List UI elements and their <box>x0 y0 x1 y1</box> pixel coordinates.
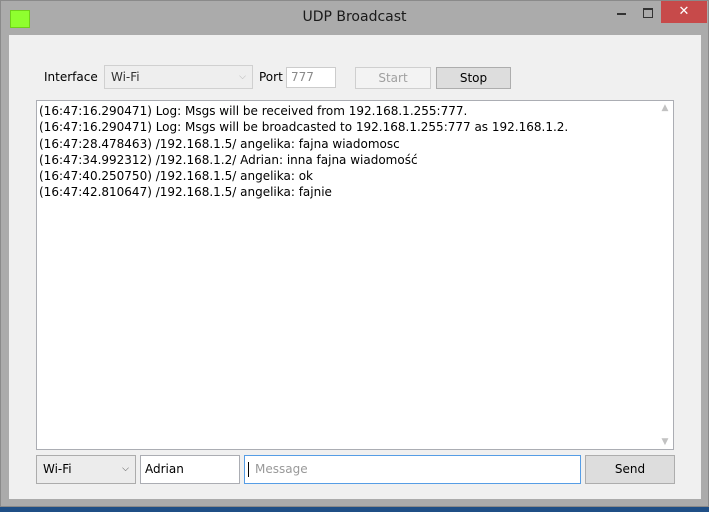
text-caret <box>248 462 249 477</box>
port-input[interactable]: 777 <box>286 67 336 88</box>
port-label: Port <box>259 70 283 84</box>
window-title: UDP Broadcast <box>302 9 407 25</box>
send-button[interactable]: Send <box>585 455 675 484</box>
log-line: (16:47:28.478463) /192.168.1.5/ angelika… <box>39 136 400 151</box>
interface-select[interactable]: Wi-Fi ⌵ <box>104 65 253 89</box>
stop-button[interactable]: Stop <box>436 67 511 89</box>
send-interface-select[interactable]: Wi-Fi ⌵ <box>36 455 136 484</box>
minimize-icon <box>616 12 626 15</box>
message-log[interactable]: (16:47:16.290471) Log: Msgs will be rece… <box>36 100 674 450</box>
name-input[interactable]: Adrian <box>140 455 240 484</box>
log-line: (16:47:16.290471) Log: Msgs will be broa… <box>39 120 569 135</box>
log-lines: (16:47:16.290471) Log: Msgs will be rece… <box>39 103 657 201</box>
title-bar[interactable]: UDP Broadcast ✕ <box>1 1 708 34</box>
log-line: (16:47:42.810647) /192.168.1.5/ angelika… <box>39 185 332 200</box>
minimize-button[interactable] <box>607 1 635 23</box>
start-button[interactable]: Start <box>355 67 431 89</box>
scroll-up-icon[interactable]: ▲ <box>657 101 673 115</box>
log-line: (16:47:34.992312) /192.168.1.2/ Adrian: … <box>39 152 418 167</box>
client-area: Interface Wi-Fi ⌵ Port 777 Start Stop (1… <box>9 35 701 499</box>
send-interface-value: Wi-Fi <box>43 462 72 476</box>
maximize-button[interactable] <box>635 1 661 23</box>
chevron-down-icon: ⌵ <box>239 72 246 82</box>
log-scrollbar[interactable]: ▲ ▼ <box>657 101 673 449</box>
scroll-down-icon[interactable]: ▼ <box>657 435 673 449</box>
app-window: UDP Broadcast ✕ Interface Wi-Fi ⌵ Port 7… <box>0 0 709 507</box>
maximize-icon <box>643 7 653 18</box>
log-line: (16:47:16.290471) Log: Msgs will be rece… <box>39 104 468 118</box>
message-input[interactable]: Message <box>244 455 581 484</box>
message-placeholder: Message <box>255 462 308 476</box>
close-icon: ✕ <box>678 4 690 19</box>
log-line: (16:47:40.250750) /192.168.1.5/ angelika… <box>39 169 313 184</box>
interface-select-value: Wi-Fi <box>111 70 140 84</box>
close-button[interactable]: ✕ <box>661 1 707 23</box>
chevron-down-icon: ⌵ <box>122 464 129 474</box>
interface-label: Interface <box>44 70 98 84</box>
